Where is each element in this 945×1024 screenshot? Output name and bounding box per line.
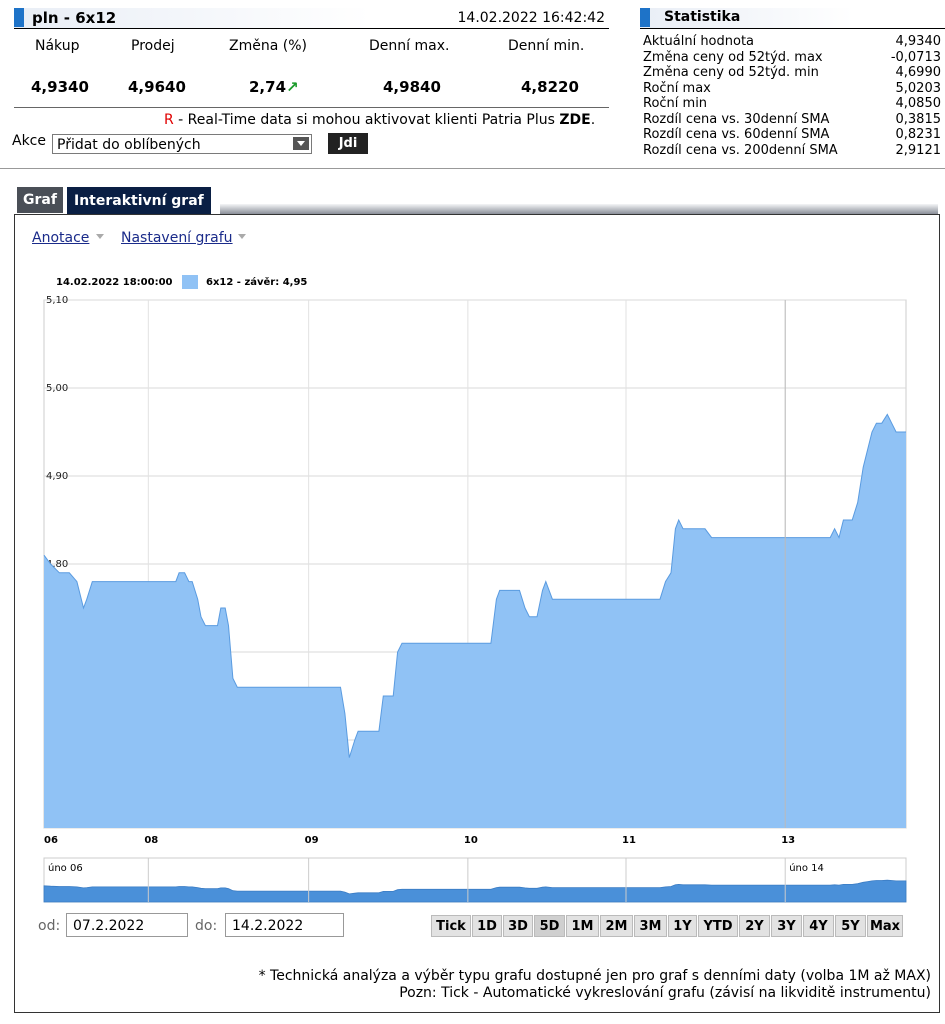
- range-button-max[interactable]: Max: [867, 915, 903, 937]
- x-tick-label: 11: [622, 835, 636, 846]
- x-tick-label: 09: [305, 835, 319, 846]
- range-button-tick[interactable]: Tick: [431, 915, 471, 937]
- x-tick-label: 08: [144, 835, 158, 846]
- y-tick-label: 4,90: [46, 471, 68, 482]
- range-button-3m[interactable]: 3M: [634, 915, 667, 937]
- range-button-2y[interactable]: 2Y: [739, 915, 770, 937]
- range-button-ytd[interactable]: YTD: [698, 915, 738, 937]
- range-button-5y[interactable]: 5Y: [835, 915, 866, 937]
- to-date-input[interactable]: 14.2.2022: [225, 913, 344, 937]
- x-tick-label: 10: [464, 835, 478, 846]
- to-label: do:: [195, 918, 218, 934]
- price-chart[interactable]: 5,105,004,904,804,704,604,50060809101113…: [0, 0, 945, 1024]
- range-button-4y[interactable]: 4Y: [803, 915, 834, 937]
- from-label: od:: [38, 918, 61, 934]
- range-button-3y[interactable]: 3Y: [771, 915, 802, 937]
- range-button-1d[interactable]: 1D: [472, 915, 502, 937]
- range-button-1y[interactable]: 1Y: [668, 915, 697, 937]
- range-button-3d[interactable]: 3D: [503, 915, 533, 937]
- range-button-1m[interactable]: 1M: [566, 915, 599, 937]
- footnote-tick: Pozn: Tick - Automatické vykreslování gr…: [399, 985, 931, 1001]
- navigator-label: úno 06: [48, 862, 83, 874]
- y-tick-label: 5,10: [46, 295, 68, 306]
- from-date-input[interactable]: 07.2.2022: [66, 913, 188, 937]
- range-button-5d[interactable]: 5D: [534, 915, 565, 937]
- range-button-2m[interactable]: 2M: [600, 915, 633, 937]
- y-tick-label: 5,00: [46, 383, 68, 394]
- x-tick-label: 13: [781, 835, 795, 846]
- navigator-label: úno 14: [789, 862, 824, 874]
- footnote-ta: * Technická analýza a výběr typu grafu d…: [258, 968, 931, 984]
- x-tick-label: 06: [44, 835, 58, 846]
